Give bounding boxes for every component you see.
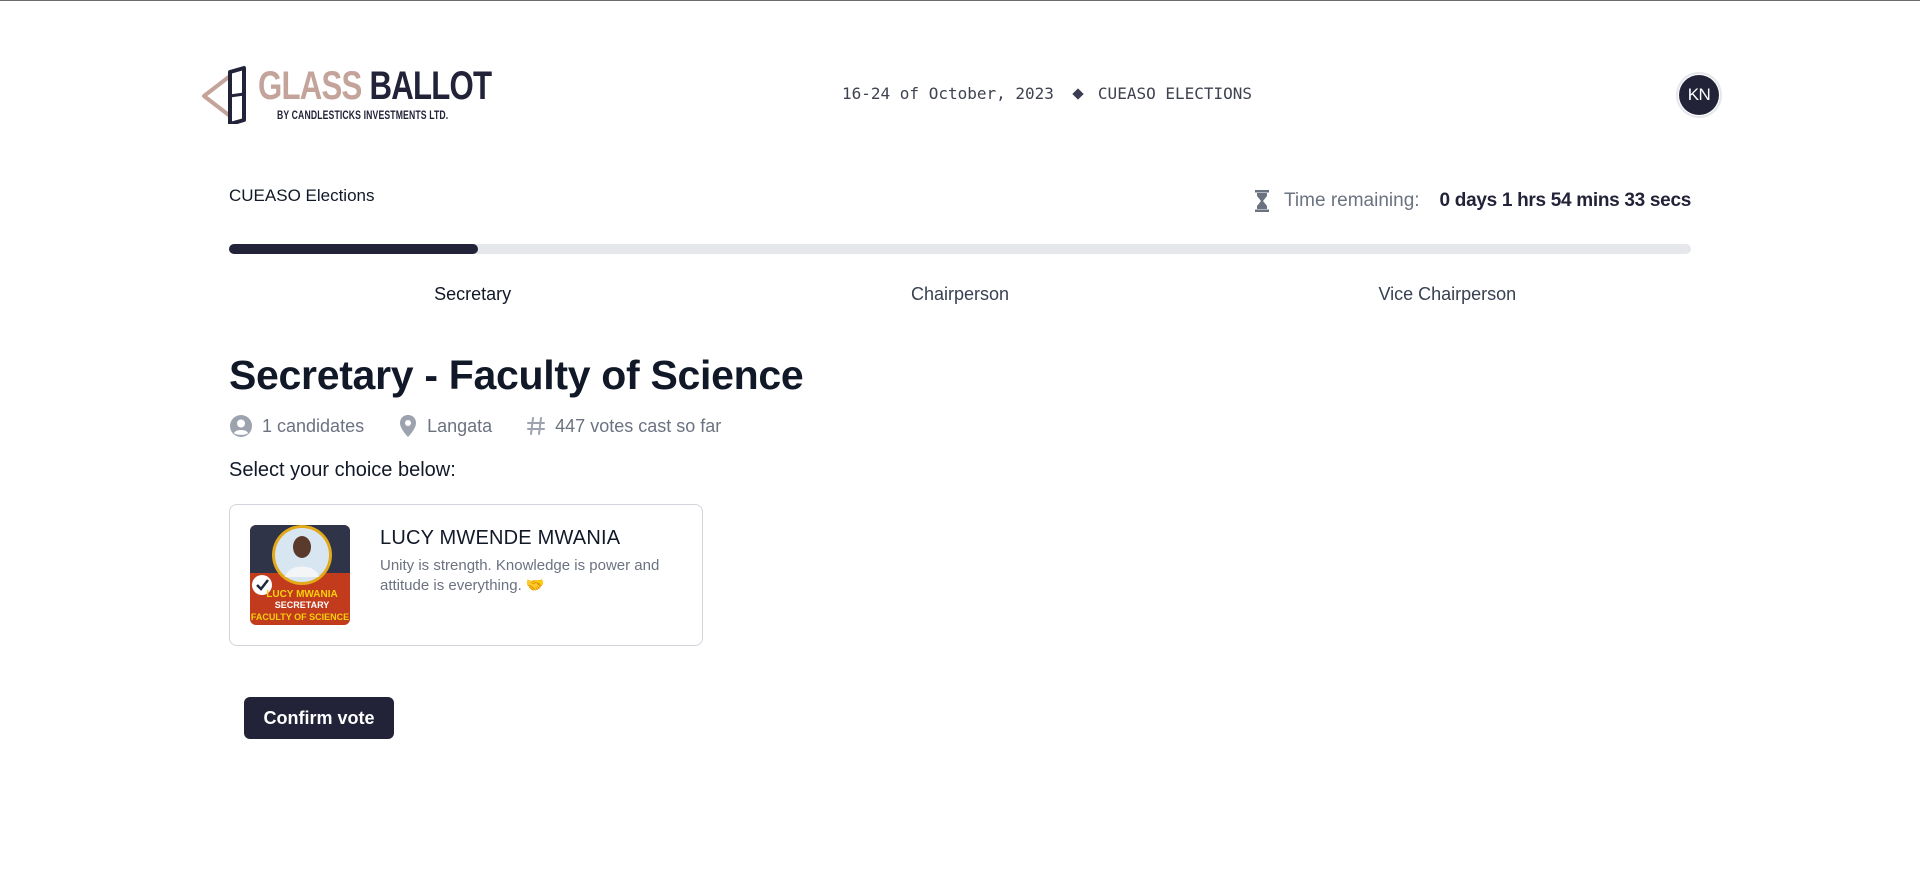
ballot-progress-fill: [229, 244, 478, 254]
confirm-vote-button[interactable]: Confirm vote: [244, 697, 394, 739]
votes-cast: 447 votes cast so far: [555, 415, 722, 436]
position-meta: 1 candidates Langata 447 votes cast so f…: [229, 414, 755, 438]
candidate-photo: LUCY MWANIA SECRETARY FACULTY OF SCIENCE: [250, 525, 350, 625]
ballot-progress-bar: [229, 244, 1691, 254]
logo-subtitle: BY CANDLESTICKS INVESTMENTS LTD.: [277, 108, 449, 122]
time-remaining-label: Time remaining:: [1284, 190, 1420, 211]
candidate-card[interactable]: LUCY MWANIA SECRETARY FACULTY OF SCIENCE…: [229, 504, 703, 646]
step-chairperson[interactable]: Chairperson: [716, 284, 1203, 305]
time-remaining: Time remaining: 0 days 1 hrs 54 mins 33 …: [1254, 190, 1691, 212]
location-item: Langata: [398, 414, 492, 438]
election-dates-banner: 16-24 of October, 2023 CUEASO ELECTIONS: [842, 84, 1252, 103]
position-steps: Secretary Chairperson Vice Chairperson: [229, 284, 1691, 305]
logo-word-glass: GLASS: [258, 64, 362, 108]
election-name: CUEASO Elections: [229, 186, 375, 205]
logo-mark-icon: [202, 66, 246, 124]
logo-word-ballot: BALLOT: [369, 64, 492, 108]
hash-icon: [527, 417, 546, 435]
user-avatar[interactable]: KN: [1676, 72, 1722, 118]
page-title: Secretary - Faculty of Science: [229, 352, 804, 398]
poster-line-1: LUCY MWANIA: [266, 589, 337, 600]
candidates-count: 1 candidates: [262, 415, 365, 436]
choose-prompt: Select your choice below:: [229, 459, 456, 481]
user-initials: KN: [1679, 75, 1719, 115]
candidates-count-item: 1 candidates: [229, 414, 364, 438]
glass-ballot-logo[interactable]: GLASS BALLOT BY CANDLESTICKS INVESTMENTS…: [200, 64, 492, 124]
step-secretary[interactable]: Secretary: [229, 284, 716, 305]
poster-line-3: FACULTY OF SCIENCE: [251, 612, 349, 622]
election-tag: CUEASO ELECTIONS: [1097, 84, 1253, 103]
logo-wordmark: GLASS BALLOT: [258, 64, 492, 108]
votes-cast-item: 447 votes cast so far: [526, 416, 721, 437]
hourglass-icon: [1255, 190, 1270, 212]
time-remaining-value: 0 days 1 hrs 54 mins 33 secs: [1439, 190, 1692, 211]
map-pin-icon: [400, 415, 417, 437]
step-vice-chairperson[interactable]: Vice Chairperson: [1204, 284, 1691, 305]
location: Langata: [427, 415, 493, 436]
diamond-separator-icon: [1072, 87, 1084, 100]
user-circle-icon: [230, 415, 252, 437]
poster-line-2: SECRETARY: [275, 600, 330, 610]
candidate-motto: Unity is strength. Knowledge is power an…: [380, 557, 660, 594]
top-border: [0, 0, 1920, 1]
candidate-name: LUCY MWENDE MWANIA: [380, 527, 621, 549]
date-range: 16-24 of October, 2023: [842, 84, 1054, 103]
